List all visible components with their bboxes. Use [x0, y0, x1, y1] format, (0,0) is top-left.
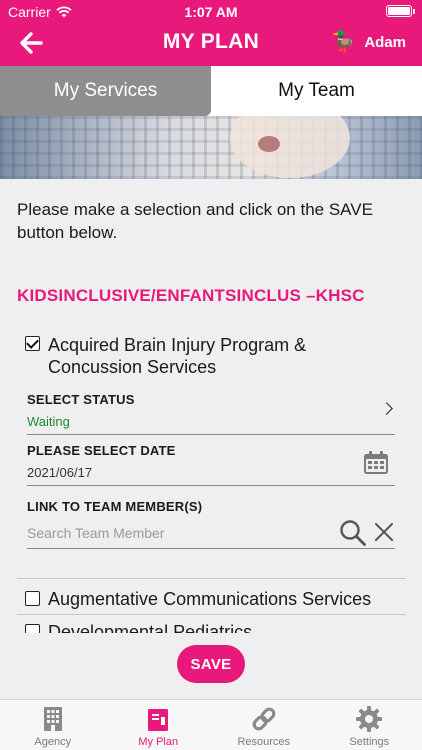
date-value: 2021/06/17	[27, 465, 93, 480]
bottom-tab-agency[interactable]: Agency	[0, 700, 106, 750]
calendar-icon[interactable]	[363, 451, 389, 475]
bottom-tab-settings[interactable]: Settings	[317, 700, 422, 750]
save-button[interactable]: SAVE	[177, 645, 245, 683]
date-label: PLEASE SELECT DATE	[27, 443, 176, 458]
building-icon	[43, 707, 62, 731]
bottom-tab-bar: Agency My Plan Resources Settings	[0, 699, 422, 750]
tab-my-services[interactable]: My Services	[0, 66, 211, 116]
top-bar: Carrier 1:07 AM MY PLAN 🦆 Adam	[0, 0, 422, 66]
user-menu[interactable]: 🦆 Adam	[331, 32, 406, 52]
divider	[17, 614, 406, 615]
bottom-tab-label: Settings	[349, 736, 390, 748]
tab-my-team[interactable]: My Team	[211, 66, 422, 116]
bottom-tab-my-plan[interactable]: My Plan	[106, 700, 212, 750]
service-checkbox-aac[interactable]	[25, 591, 40, 606]
service-name: Acquired Brain Injury Program & Concussi…	[48, 335, 307, 377]
link-team-member-field[interactable]: LINK TO TEAM MEMBER(S) Search Team Membe…	[27, 499, 395, 549]
battery-icon	[386, 5, 415, 17]
hero-image	[0, 116, 422, 179]
divider	[17, 578, 406, 579]
segment-tabs: My Services My Team	[0, 66, 422, 116]
status-label: SELECT STATUS	[27, 392, 135, 407]
select-date-field[interactable]: PLEASE SELECT DATE 2021/06/17	[27, 443, 395, 486]
search-icon[interactable]	[339, 519, 367, 547]
link-icon	[252, 707, 276, 731]
user-name: Adam	[364, 33, 406, 51]
select-status-field[interactable]: SELECT STATUS Waiting	[27, 392, 395, 435]
status-value: Waiting	[27, 414, 70, 429]
chevron-right-icon	[380, 402, 393, 415]
service-checkbox-abi[interactable]	[25, 336, 40, 351]
gear-icon	[356, 706, 383, 732]
bottom-tab-resources[interactable]: Resources	[211, 700, 317, 750]
save-area: SAVE	[0, 633, 422, 699]
service-item-dev-peds: Developmental Pediatrics	[25, 621, 405, 633]
instruction-text: Please make a selection and click on the…	[17, 200, 373, 242]
bottom-tab-label: Resources	[237, 736, 291, 748]
plan-icon	[148, 709, 169, 731]
team-label: LINK TO TEAM MEMBER(S)	[27, 499, 203, 514]
bottom-tab-label: My Plan	[138, 736, 179, 748]
close-icon[interactable]	[373, 521, 395, 543]
service-checkbox-dev-peds[interactable]	[25, 624, 40, 633]
service-name: Augmentative Communications Services	[48, 589, 372, 609]
avatar-duck-icon: 🦆	[331, 31, 357, 53]
bottom-tab-label: Agency	[34, 736, 72, 748]
team-search-input[interactable]: Search Team Member	[27, 525, 164, 541]
agency-name: KIDSINCLUSIVE/ENFANTSINCLUS –KHSC	[17, 286, 365, 305]
clock: 1:07 AM	[184, 4, 238, 20]
status-bar: Carrier 1:07 AM	[0, 0, 422, 22]
service-name: Developmental Pediatrics	[48, 622, 253, 633]
nav-bar: MY PLAN 🦆 Adam	[0, 22, 422, 66]
